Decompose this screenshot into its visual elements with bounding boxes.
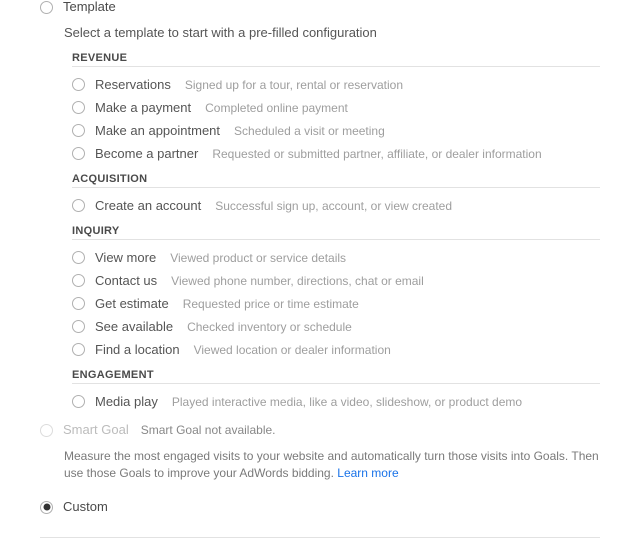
smart-goal-desc-text: Measure the most engaged visits to your … bbox=[64, 449, 599, 480]
smart-goal-status: Smart Goal not available. bbox=[141, 423, 276, 437]
radio-icon bbox=[72, 101, 85, 114]
template-subtitle: Select a template to start with a pre-fi… bbox=[64, 25, 600, 40]
tpl-label: Become a partner bbox=[95, 146, 198, 161]
tpl-desc: Successful sign up, account, or view cre… bbox=[215, 199, 452, 213]
group-acquisition: ACQUISITION Create an account Successful… bbox=[64, 173, 600, 217]
radio-icon bbox=[72, 320, 85, 333]
tpl-desc: Scheduled a visit or meeting bbox=[234, 124, 385, 138]
tpl-label: Make an appointment bbox=[95, 123, 220, 138]
group-header-engagement: ENGAGEMENT bbox=[72, 369, 600, 384]
tpl-desc: Played interactive media, like a video, … bbox=[172, 395, 522, 409]
tpl-media-play[interactable]: Media play Played interactive media, lik… bbox=[64, 390, 600, 413]
tpl-make-appointment[interactable]: Make an appointment Scheduled a visit or… bbox=[64, 119, 600, 142]
tpl-find-location[interactable]: Find a location Viewed location or deale… bbox=[64, 338, 600, 361]
tpl-desc: Viewed product or service details bbox=[170, 251, 346, 265]
group-inquiry: INQUIRY View more Viewed product or serv… bbox=[64, 225, 600, 361]
tpl-desc: Viewed phone number, directions, chat or… bbox=[171, 274, 424, 288]
radio-icon bbox=[72, 199, 85, 212]
smart-goal-description: Measure the most engaged visits to your … bbox=[64, 448, 600, 482]
tpl-label: View more bbox=[95, 250, 156, 265]
tpl-view-more[interactable]: View more Viewed product or service deta… bbox=[64, 246, 600, 269]
tpl-label: Get estimate bbox=[95, 296, 169, 311]
tpl-label: Make a payment bbox=[95, 100, 191, 115]
group-revenue: REVENUE Reservations Signed up for a tou… bbox=[64, 52, 600, 165]
radio-icon bbox=[72, 251, 85, 264]
tpl-label: Reservations bbox=[95, 77, 171, 92]
tpl-get-estimate[interactable]: Get estimate Requested price or time est… bbox=[64, 292, 600, 315]
tpl-become-partner[interactable]: Become a partner Requested or submitted … bbox=[64, 142, 600, 165]
tpl-label: Contact us bbox=[95, 273, 157, 288]
option-custom[interactable]: Custom bbox=[40, 500, 600, 515]
tpl-see-available[interactable]: See available Checked inventory or sched… bbox=[64, 315, 600, 338]
learn-more-link[interactable]: Learn more bbox=[337, 466, 398, 480]
group-engagement: ENGAGEMENT Media play Played interactive… bbox=[64, 369, 600, 413]
tpl-label: See available bbox=[95, 319, 173, 334]
tpl-label: Find a location bbox=[95, 342, 180, 357]
group-header-revenue: REVENUE bbox=[72, 52, 600, 67]
tpl-label: Media play bbox=[95, 394, 158, 409]
tpl-desc: Requested price or time estimate bbox=[183, 297, 359, 311]
tpl-reservations[interactable]: Reservations Signed up for a tour, renta… bbox=[64, 73, 600, 96]
radio-icon bbox=[72, 124, 85, 137]
tpl-desc: Checked inventory or schedule bbox=[187, 320, 352, 334]
tpl-make-a-payment[interactable]: Make a payment Completed online payment bbox=[64, 96, 600, 119]
option-smart-goal-label: Smart Goal bbox=[63, 422, 129, 437]
radio-icon bbox=[72, 297, 85, 310]
tpl-label: Create an account bbox=[95, 198, 201, 213]
radio-icon bbox=[72, 78, 85, 91]
divider bbox=[40, 537, 600, 538]
radio-icon bbox=[72, 343, 85, 356]
radio-icon bbox=[72, 147, 85, 160]
radio-icon bbox=[72, 274, 85, 287]
radio-icon bbox=[40, 501, 53, 514]
radio-icon bbox=[72, 395, 85, 408]
tpl-create-account[interactable]: Create an account Successful sign up, ac… bbox=[64, 194, 600, 217]
group-header-inquiry: INQUIRY bbox=[72, 225, 600, 240]
option-custom-label: Custom bbox=[63, 499, 108, 514]
option-smart-goal: Smart Goal Smart Goal not available. bbox=[40, 423, 600, 438]
option-template[interactable]: Template bbox=[40, 0, 600, 15]
radio-icon bbox=[40, 1, 53, 14]
tpl-desc: Requested or submitted partner, affiliat… bbox=[212, 147, 541, 161]
radio-icon bbox=[40, 424, 53, 437]
tpl-desc: Completed online payment bbox=[205, 101, 348, 115]
group-header-acquisition: ACQUISITION bbox=[72, 173, 600, 188]
tpl-desc: Signed up for a tour, rental or reservat… bbox=[185, 78, 403, 92]
tpl-contact-us[interactable]: Contact us Viewed phone number, directio… bbox=[64, 269, 600, 292]
option-template-label: Template bbox=[63, 0, 116, 14]
tpl-desc: Viewed location or dealer information bbox=[194, 343, 391, 357]
